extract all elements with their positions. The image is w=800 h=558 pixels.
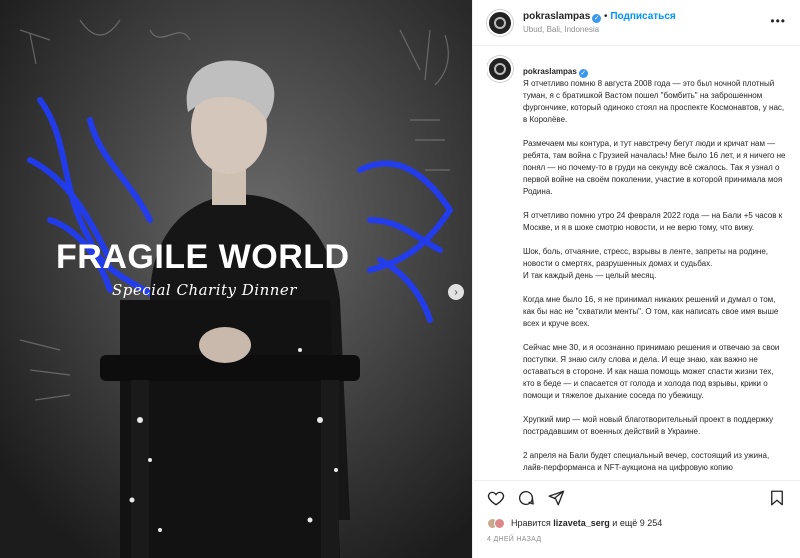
location-link[interactable]: Ubud, Bali, Indonesia: [523, 23, 676, 36]
comment-icon[interactable]: [517, 489, 535, 507]
post-date[interactable]: 4 ДНЕЙ НАЗАД: [487, 536, 786, 543]
username-link[interactable]: pokraslampas: [523, 11, 590, 22]
follow-button[interactable]: Подписаться: [610, 11, 675, 22]
caption-paragraph: Когда мне было 16, я не принимал никаких…: [523, 295, 779, 328]
verified-badge-icon: ✓: [592, 13, 602, 23]
instagram-post: FRAGILE WORLD Special Charity Dinner › p…: [0, 0, 800, 558]
header-info: pokraslampas ✓ • Подписаться Ubud, Bali, …: [523, 10, 676, 36]
verified-badge-icon: ✓: [578, 69, 588, 78]
bookmark-icon[interactable]: [768, 489, 786, 507]
action-icons: [487, 481, 786, 515]
caption-body: pokraslampas ✓ Я отчетливо помню 8 август…: [523, 54, 792, 478]
caption-paragraph: Я отчетливо помню 8 августа 2008 года — …: [523, 79, 785, 124]
caption-avatar[interactable]: [487, 56, 513, 82]
action-bar: Нравится lizaveta_serg и ещё 9 254 4 ДНЕ…: [473, 480, 800, 558]
caption-paragraph: Хрупкий мир — мой новый благотворительны…: [523, 415, 774, 436]
caption-username[interactable]: pokraslampas: [523, 67, 577, 76]
poster-title: FRAGILE WORLD: [56, 238, 350, 276]
more-options-icon[interactable]: •••: [770, 14, 786, 28]
caption-paragraph: Размечаем мы контура, и тут навстречу бе…: [523, 139, 786, 196]
caption-paragraph: 2 апреля на Бали будет специальный вечер…: [523, 451, 770, 472]
liker-avatar: [494, 517, 505, 529]
liker-username[interactable]: lizaveta_serg: [553, 518, 610, 528]
post-sidebar: pokraslampas ✓ • Подписаться Ubud, Bali, …: [472, 0, 800, 558]
likes-count[interactable]: и ещё 9 254: [612, 518, 662, 528]
caption: pokraslampas ✓ Я отчетливо помню 8 август…: [487, 54, 792, 478]
chevron-right-icon: ›: [454, 286, 458, 298]
separator-dot: •: [604, 10, 608, 22]
post-header: pokraslampas ✓ • Подписаться Ubud, Bali, …: [473, 0, 800, 46]
poster-artwork: [0, 0, 472, 558]
avatar[interactable]: [487, 9, 513, 36]
next-slide-button[interactable]: ›: [448, 284, 464, 300]
likes-row: Нравится lizaveta_serg и ещё 9 254: [487, 515, 786, 531]
heart-icon[interactable]: [487, 489, 505, 507]
caption-paragraph: Сейчас мне 30, и я осознанно принимаю ре…: [523, 343, 780, 400]
caption-paragraph: Шок, боль, отчаяние, стресс, взрывы в ле…: [523, 247, 769, 280]
post-image[interactable]: FRAGILE WORLD Special Charity Dinner ›: [0, 0, 472, 558]
poster-subtitle: Special Charity Dinner: [112, 281, 297, 299]
share-icon[interactable]: [547, 489, 565, 507]
caption-paragraph: Я отчетливо помню утро 24 февраля 2022 г…: [523, 211, 783, 232]
likes-prefix: Нравится: [511, 518, 551, 528]
